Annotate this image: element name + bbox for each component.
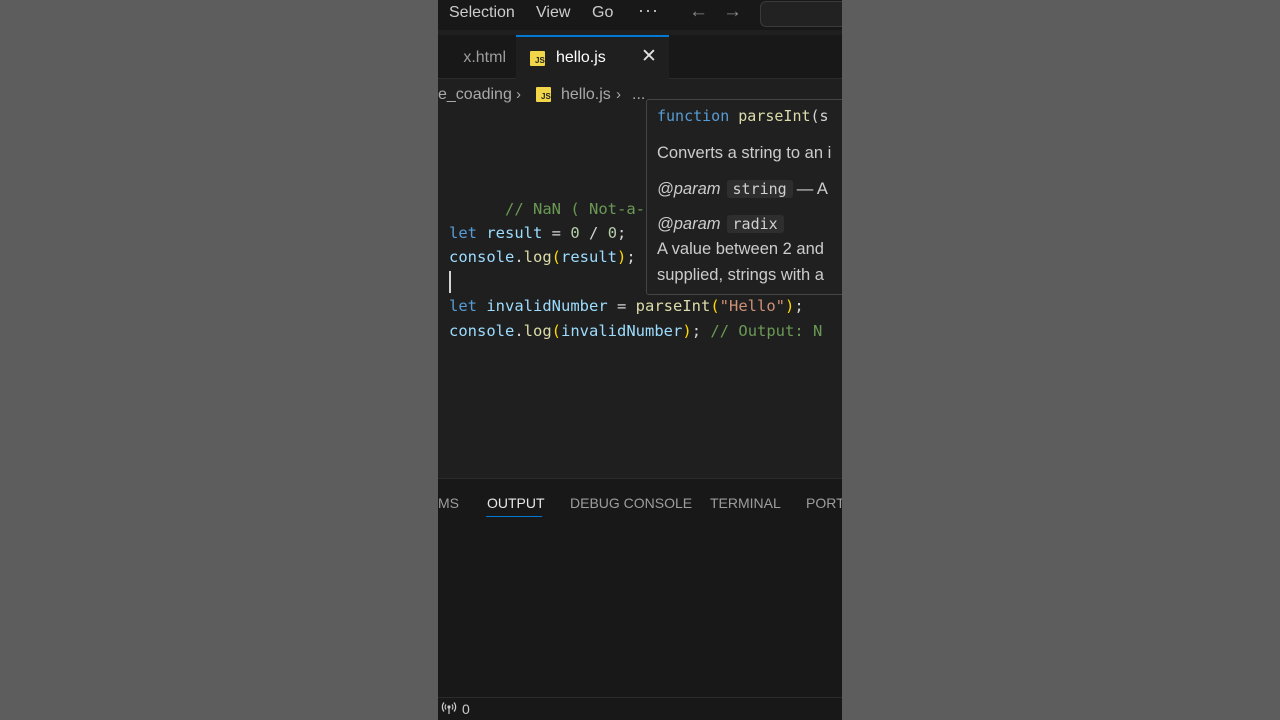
code-function: log (523, 322, 552, 340)
code-bracket: ) (617, 248, 627, 266)
tab-hello-js[interactable]: JS hello.js ✕ (516, 35, 669, 80)
param-tag: @param (657, 215, 721, 233)
param-name: radix (726, 215, 784, 233)
code-bracket: ( (710, 297, 720, 315)
hover-tooltip: function parseInt(s Converts a string to… (646, 99, 842, 295)
hover-param-string: @param string — A (657, 180, 828, 199)
param-description: supplied, strings with a (657, 266, 824, 284)
code-punctuation: . (514, 322, 524, 340)
javascript-file-icon: JS (530, 51, 545, 66)
tab-output[interactable]: OUTPUT (487, 495, 545, 511)
tab-label: x.html (463, 49, 506, 66)
tab-ports[interactable]: PORTS (806, 495, 842, 511)
code-number: 0 (607, 224, 618, 242)
tab-problems[interactable]: MS (438, 495, 459, 511)
tab-label: hello.js (556, 49, 606, 66)
code-number: 0 (570, 224, 580, 242)
code-bracket: ) (682, 322, 692, 340)
code-punctuation: ; (691, 322, 702, 340)
tab-terminal[interactable]: TERMINAL (710, 495, 781, 511)
breadcrumb-symbols[interactable]: ... (632, 86, 645, 104)
tab-index-html[interactable]: x.html (438, 35, 516, 79)
param-name: string (726, 180, 793, 198)
hover-signature: function parseInt(s (657, 107, 829, 125)
close-icon[interactable]: ✕ (641, 45, 657, 67)
hover-param-radix: @param radix (657, 215, 788, 234)
code-punctuation: ; (617, 224, 627, 242)
signature-keyword: function (657, 107, 730, 125)
code-function: parseInt (635, 297, 711, 315)
code-variable: result (486, 224, 543, 242)
code-operator: / (579, 224, 608, 242)
menu-bar: Selection View Go ··· ← → (438, 0, 842, 30)
menu-item-selection[interactable]: Selection (449, 4, 515, 22)
chevron-right-icon: › (516, 86, 521, 103)
breadcrumb-file[interactable]: hello.js (561, 86, 611, 104)
bottom-panel: MS OUTPUT DEBUG CONSOLE TERMINAL PORTS (438, 478, 842, 697)
signature-params: (s (810, 107, 829, 125)
hover-description: Converts a string to an i (657, 144, 832, 162)
text-cursor (449, 271, 451, 293)
code-bracket: ( (551, 248, 562, 266)
breadcrumb-folder[interactable]: e_coading (438, 86, 512, 104)
code-operator: = (542, 224, 571, 242)
port-forward-count[interactable]: 0 (462, 701, 470, 717)
code-object: console (449, 322, 515, 340)
code-function: log (523, 248, 552, 266)
command-center-search[interactable] (760, 1, 842, 27)
code-line: console.log(result); (449, 245, 636, 269)
code-variable: result (561, 248, 618, 266)
forward-arrow-icon[interactable]: → (723, 1, 742, 23)
menu-item-view[interactable]: View (536, 4, 570, 22)
tab-debug-console[interactable]: DEBUG CONSOLE (570, 495, 692, 511)
broadcast-icon[interactable] (441, 701, 457, 718)
code-string: "Hello" (719, 297, 785, 315)
code-operator: = (607, 297, 636, 315)
code-variable: invalidNumber (486, 297, 608, 315)
code-punctuation: ; (626, 248, 636, 266)
code-variable: invalidNumber (561, 322, 683, 340)
param-tag: @param (657, 180, 721, 198)
param-description: A value between 2 and (657, 240, 824, 258)
back-arrow-icon[interactable]: ← (689, 1, 708, 23)
code-punctuation: . (514, 248, 524, 266)
code-line: console.log(invalidNumber); // Output: N (449, 319, 822, 343)
code-keyword: let (449, 224, 477, 242)
param-description: — A (796, 180, 828, 198)
code-bracket: ( (551, 322, 562, 340)
code-comment: // Output: N (701, 322, 823, 340)
more-menu-icon[interactable]: ··· (638, 0, 659, 21)
signature-function: parseInt (738, 107, 811, 125)
code-bracket: ) (785, 297, 795, 315)
code-keyword: let (449, 297, 477, 315)
editor-tab-bar: x.html JS hello.js ✕ (438, 35, 842, 80)
menu-item-go[interactable]: Go (592, 4, 613, 22)
background-right (842, 0, 1280, 720)
status-bar: 0 (438, 697, 842, 720)
javascript-file-icon: JS (536, 87, 551, 102)
code-punctuation: ; (794, 297, 804, 315)
chevron-right-icon: › (616, 86, 621, 103)
code-object: console (449, 248, 515, 266)
code-line: let invalidNumber = parseInt("Hello"); (449, 294, 804, 318)
active-tab-indicator (486, 516, 542, 517)
background-left (0, 0, 438, 720)
code-line: let result = 0 / 0; (449, 221, 626, 245)
vscode-window: Selection View Go ··· ← → x.html JS hell… (438, 0, 842, 720)
